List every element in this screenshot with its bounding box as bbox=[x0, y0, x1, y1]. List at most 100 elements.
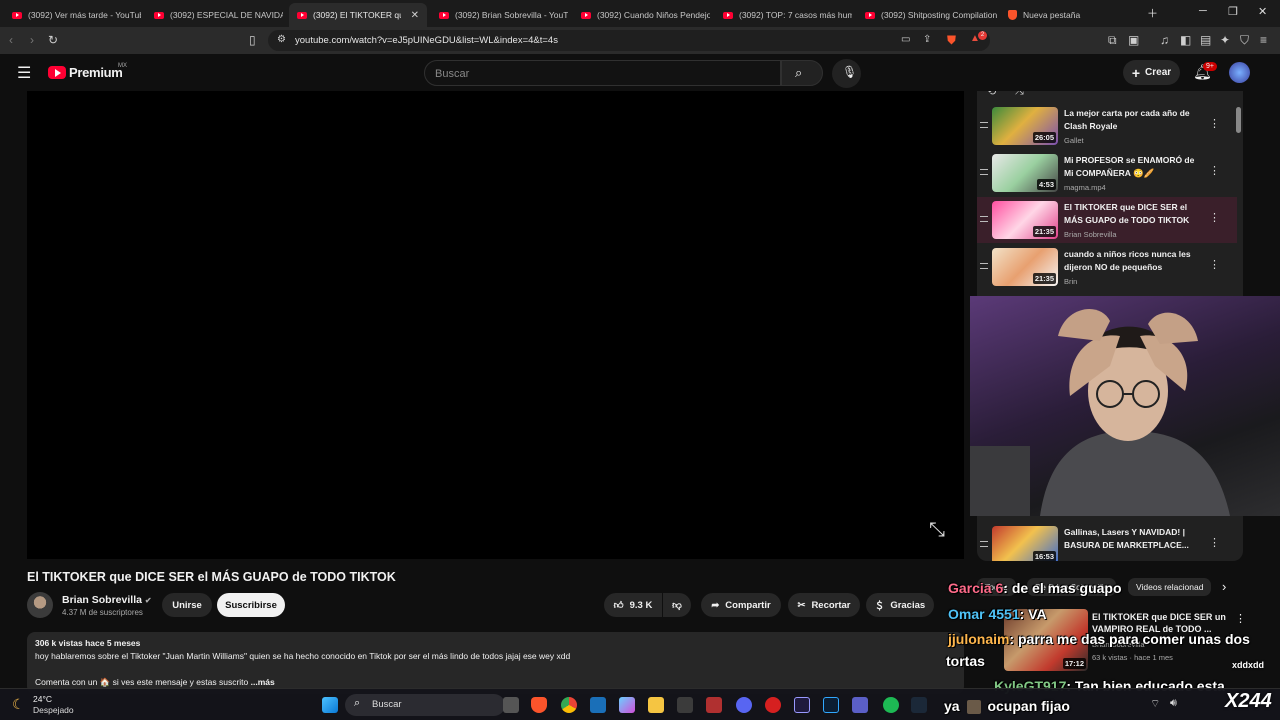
extensions-icon[interactable]: ⧉ bbox=[1108, 33, 1117, 47]
app-icon[interactable] bbox=[706, 697, 722, 713]
more-options-icon[interactable]: ⋮ bbox=[1209, 536, 1220, 549]
spotify-icon[interactable] bbox=[883, 697, 899, 713]
create-button[interactable]: + Crear bbox=[1123, 60, 1180, 85]
dislike-button[interactable]: 👎︎ bbox=[663, 593, 691, 617]
join-button[interactable]: Unirse bbox=[162, 593, 212, 617]
browser-tab[interactable]: (3092) TOP: 7 casos más humil bbox=[715, 3, 852, 27]
hamburger-menu-icon[interactable]: ☰ bbox=[17, 63, 31, 83]
premiere-pro-icon[interactable] bbox=[794, 697, 810, 713]
browser-tab-active[interactable]: (3092) El TIKTOKER que DI✕ bbox=[289, 3, 427, 27]
miniplayer-collapse-icon[interactable]: ⤡ bbox=[929, 519, 945, 542]
chrome-icon[interactable] bbox=[561, 697, 577, 713]
video-thumbnail[interactable]: 16:53 bbox=[992, 526, 1058, 561]
bookmark-icon[interactable]: ▯ bbox=[249, 33, 256, 47]
more-options-icon[interactable]: ⋮ bbox=[1209, 211, 1220, 224]
playlist-item[interactable]: 16:53 Gallinas, Lasers Y NAVIDAD! | BASU… bbox=[977, 522, 1237, 561]
site-info-icon[interactable]: ⚙ bbox=[277, 33, 286, 47]
drag-handle-icon[interactable] bbox=[980, 263, 988, 269]
sidebar-icon[interactable]: ◧ bbox=[1180, 33, 1191, 47]
playlist-item-title[interactable]: Gallinas, Lasers Y NAVIDAD! | BASURA DE … bbox=[1064, 526, 1204, 552]
network-icon[interactable]: ⌔ bbox=[1150, 697, 1160, 711]
url-text[interactable]: youtube.com/watch?v=eJ5pUINeGDU&list=WL&… bbox=[295, 35, 558, 46]
discord-icon[interactable] bbox=[736, 697, 752, 713]
more-options-icon[interactable]: ⋮ bbox=[1209, 258, 1220, 271]
playlist-item-title[interactable]: cuando a niños ricos nunca les dijeron N… bbox=[1064, 248, 1204, 274]
drag-handle-icon[interactable] bbox=[980, 169, 988, 175]
media-icon[interactable]: ♫ bbox=[1160, 33, 1169, 47]
chevron-right-icon[interactable]: › bbox=[1222, 579, 1226, 594]
voice-search-button[interactable]: 🎙 bbox=[832, 59, 861, 88]
youtube-premium-logo[interactable]: Premium bbox=[69, 65, 123, 80]
copilot-icon[interactable] bbox=[619, 697, 635, 713]
task-view-icon[interactable] bbox=[503, 697, 519, 713]
teams-icon[interactable] bbox=[852, 697, 868, 713]
weather-temperature[interactable]: 24°C bbox=[33, 694, 52, 704]
search-input[interactable]: Buscar bbox=[424, 60, 781, 86]
playlist-item[interactable]: 21:35 cuando a niños ricos nunca les dij… bbox=[977, 244, 1237, 290]
chip-related[interactable]: Videos relacionad bbox=[1128, 578, 1212, 596]
close-tab-icon[interactable]: ✕ bbox=[411, 10, 419, 21]
playlist-item-current[interactable]: 21:35 El TIKTOKER que DICE SER el MÁS GU… bbox=[977, 197, 1237, 243]
video-player[interactable]: ⤡ bbox=[27, 91, 964, 559]
drag-handle-icon[interactable] bbox=[980, 541, 988, 547]
taskbar-search[interactable]: ⌕ Buscar bbox=[345, 694, 505, 716]
playlist-item-title[interactable]: La mejor carta por cada año de Clash Roy… bbox=[1064, 107, 1204, 133]
share-icon[interactable]: ⇪ bbox=[923, 33, 931, 47]
brave-browser-icon[interactable] bbox=[531, 697, 547, 713]
browser-tab[interactable]: (3092) Cuando Niños Pendejos bbox=[573, 3, 710, 27]
description-box[interactable]: 306 k vistas hace 5 meses hoy hablaremos… bbox=[27, 632, 964, 694]
leo-ai-icon[interactable]: ✦ bbox=[1220, 33, 1230, 47]
brave-shield-icon[interactable]: ⛊ bbox=[947, 33, 956, 47]
browser-tab[interactable]: Nueva pestaña bbox=[1000, 3, 1137, 27]
shuffle-icon[interactable]: ⤭ bbox=[1015, 91, 1024, 98]
browser-tab[interactable]: (3092) Brian Sobrevilla - YouTu bbox=[431, 3, 568, 27]
close-window-icon[interactable]: ✕ bbox=[1258, 5, 1267, 18]
like-button[interactable]: 👍︎ 9.3 K bbox=[604, 593, 662, 617]
file-explorer-icon[interactable] bbox=[648, 697, 664, 713]
account-avatar[interactable] bbox=[1229, 62, 1250, 83]
forward-icon[interactable]: › bbox=[30, 33, 34, 47]
wallet-icon[interactable]: ▤ bbox=[1200, 33, 1211, 47]
show-more-link[interactable]: ...más bbox=[251, 677, 275, 687]
playlist-item[interactable]: 26:05 La mejor carta por cada año de Cla… bbox=[977, 103, 1237, 149]
more-options-icon[interactable]: ⋮ bbox=[1209, 164, 1220, 177]
weather-moon-icon[interactable]: ☾ bbox=[12, 696, 25, 713]
store-icon[interactable] bbox=[677, 697, 693, 713]
playlist-scrollbar[interactable] bbox=[1236, 107, 1241, 133]
drag-handle-icon[interactable] bbox=[980, 122, 988, 128]
browser-tab[interactable]: (3092) ESPECIAL DE NAVIDAD bbox=[146, 3, 283, 27]
subscribe-button[interactable]: Suscribirse bbox=[217, 593, 285, 617]
channel-name[interactable]: Brian Sobrevilla ✔ bbox=[62, 594, 152, 606]
reload-icon[interactable]: ↻ bbox=[48, 33, 58, 47]
video-thumbnail[interactable]: 21:35 bbox=[992, 201, 1058, 239]
playlist-item-title[interactable]: Mi PROFESOR se ENAMORÓ de Mi COMPAÑERA 😳… bbox=[1064, 154, 1204, 180]
minimize-icon[interactable]: ─ bbox=[1199, 5, 1207, 17]
thanks-button[interactable]: ＄ Gracias bbox=[866, 593, 934, 617]
windows-start-icon[interactable] bbox=[322, 697, 338, 713]
video-thumbnail[interactable]: 4:53 bbox=[992, 154, 1058, 192]
clip-button[interactable]: ✂ Recortar bbox=[788, 593, 860, 617]
menu-icon[interactable]: ≡ bbox=[1260, 33, 1267, 47]
vscode-icon[interactable] bbox=[590, 697, 606, 713]
browser-tab[interactable]: (3092) Shitposting Compilation bbox=[857, 3, 997, 27]
weather-status[interactable]: Despejado bbox=[33, 705, 74, 715]
cast-icon[interactable]: ▭ bbox=[901, 33, 910, 47]
back-icon[interactable]: ‹ bbox=[9, 33, 13, 47]
playlist-item-title[interactable]: El TIKTOKER que DICE SER el MÁS GUAPO de… bbox=[1064, 201, 1204, 227]
photoshop-icon[interactable] bbox=[823, 697, 839, 713]
loop-icon[interactable]: ⟲ bbox=[987, 91, 996, 98]
more-options-icon[interactable]: ⋮ bbox=[1209, 117, 1220, 130]
reading-list-icon[interactable]: ▣ bbox=[1128, 33, 1139, 47]
channel-avatar[interactable] bbox=[27, 592, 53, 618]
vpn-icon[interactable]: ⛉ bbox=[1240, 33, 1249, 47]
browser-tab[interactable]: (3092) Ver más tarde - YouTube bbox=[4, 3, 141, 27]
video-thumbnail[interactable]: 26:05 bbox=[992, 107, 1058, 145]
video-thumbnail[interactable]: 21:35 bbox=[992, 248, 1058, 286]
new-tab-icon[interactable]: ＋ bbox=[1147, 5, 1158, 21]
search-button[interactable]: ⌕ bbox=[781, 60, 823, 86]
address-bar[interactable]: ⚙ youtube.com/watch?v=eJ5pUINeGDU&list=W… bbox=[268, 30, 990, 51]
playlist-item[interactable]: 4:53 Mi PROFESOR se ENAMORÓ de Mi COMPAÑ… bbox=[977, 150, 1237, 196]
volume-icon[interactable]: 🔊︎ bbox=[1170, 697, 1177, 710]
share-button[interactable]: ➦ Compartir bbox=[701, 593, 781, 617]
more-options-icon[interactable]: ⋮ bbox=[1235, 612, 1246, 625]
